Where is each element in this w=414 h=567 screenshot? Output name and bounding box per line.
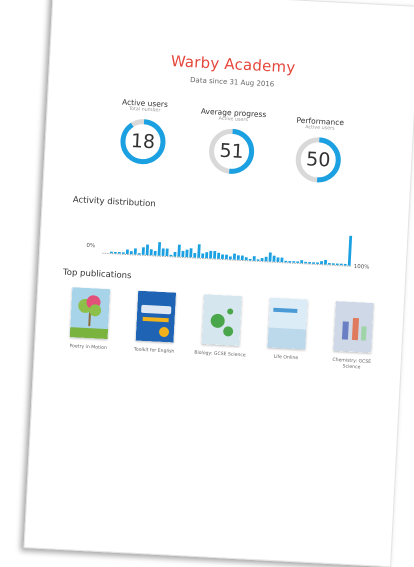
- activity-bar: [134, 248, 137, 254]
- activity-bar: [348, 236, 352, 266]
- activity-bar: [261, 258, 264, 261]
- activity-bar: [328, 263, 331, 265]
- activity-bar: [138, 253, 141, 255]
- activity-bar: [336, 263, 339, 265]
- activity-bar: [284, 261, 287, 263]
- activity-bar: [276, 257, 279, 262]
- cover-poetry-in-motion[interactable]: [70, 287, 111, 339]
- activity-bar: [340, 264, 343, 266]
- activity-bar: [173, 252, 176, 257]
- activity-bar: [237, 255, 240, 260]
- activity-bar: [316, 262, 319, 264]
- activity-chart: [102, 223, 354, 272]
- activity-bar: [269, 252, 272, 261]
- publication-item[interactable]: Poetry in Motion: [59, 287, 120, 353]
- publication-item[interactable]: Life Online: [257, 297, 318, 363]
- activity-bar: [332, 263, 335, 265]
- activity-bar: [296, 261, 299, 263]
- activity-bar: [177, 245, 180, 257]
- activity-bar: [209, 251, 212, 259]
- activity-bar: [273, 256, 276, 262]
- activity-bar: [217, 253, 220, 259]
- activity-bar: [126, 249, 129, 254]
- activity-bar: [154, 251, 157, 256]
- activity-bar: [193, 253, 196, 258]
- report-sheet: Warby Academy Data since 31 Aug 2016 Act…: [24, 0, 414, 567]
- activity-bar: [292, 261, 295, 263]
- activity-bar: [300, 260, 303, 263]
- activity-bar: [320, 261, 323, 264]
- publications-list: Poetry in Motion Toolkit for English: [58, 287, 392, 394]
- gauge-average-progress: 51: [206, 126, 256, 176]
- activity-bar: [265, 257, 268, 262]
- activity-bar: [146, 244, 149, 255]
- flask-icon: [333, 301, 374, 353]
- activity-bar: [308, 262, 311, 264]
- activity-bar: [280, 258, 283, 263]
- activity-min-label: 0%: [86, 243, 95, 249]
- publications-title: Top publications: [63, 268, 132, 282]
- activity-bar: [158, 242, 161, 256]
- publication-caption: Biology: GCSE Science: [191, 350, 249, 359]
- activity-bar: [150, 249, 153, 255]
- stat-value: 18: [118, 116, 168, 166]
- activity-title: Activity distribution: [73, 195, 156, 209]
- publication-item[interactable]: Biology: GCSE Science: [191, 294, 252, 360]
- activity-bar: [114, 252, 117, 254]
- activity-bar: [225, 255, 228, 260]
- activity-max-label: 100%: [354, 264, 370, 271]
- activity-bar: [213, 251, 216, 259]
- publication-caption: Life Online: [257, 354, 315, 363]
- cover-life-online[interactable]: [267, 298, 308, 350]
- publication-item[interactable]: Chemistry: GCSE Science: [322, 300, 384, 372]
- activity-bar: [166, 249, 169, 257]
- gauge-performance: 50: [293, 135, 343, 185]
- activity-bar: [205, 252, 208, 258]
- activity-bar: [197, 244, 200, 258]
- activity-bar: [221, 254, 224, 259]
- activity-bar: [181, 251, 184, 257]
- activity-bar: [229, 256, 232, 259]
- virus-icon: [201, 294, 242, 346]
- activity-bar: [185, 250, 188, 258]
- activity-bar: [110, 252, 113, 254]
- publication-caption: Chemistry: GCSE Science: [322, 357, 381, 372]
- activity-bar: [312, 262, 315, 264]
- cover-chemistry[interactable]: [333, 301, 374, 353]
- tree-icon: [70, 287, 111, 339]
- activity-bar: [130, 251, 133, 254]
- activity-bar: [245, 257, 248, 260]
- activity-bar: [304, 262, 307, 264]
- stat-value: 50: [293, 135, 343, 185]
- stat-value: 51: [206, 126, 256, 176]
- publication-item[interactable]: Toolkit for English: [125, 290, 186, 356]
- activity-bar: [169, 255, 172, 257]
- activity-bar: [288, 261, 291, 263]
- activity-bar: [257, 259, 260, 261]
- cover-toolkit-for-english[interactable]: [136, 291, 177, 343]
- publication-caption: Poetry in Motion: [59, 344, 117, 353]
- gauge-active-users: 18: [118, 116, 168, 166]
- activity-bar: [233, 254, 236, 260]
- activity-bar: [249, 259, 252, 261]
- stat-active-users: Active users Total number 18: [99, 97, 188, 167]
- publication-caption: Toolkit for English: [125, 347, 183, 356]
- activity-bar: [324, 260, 327, 265]
- activity-bar: [189, 248, 192, 257]
- activity-bar: [241, 255, 244, 260]
- book-cover-icon: [267, 298, 308, 350]
- activity-bar: [162, 248, 165, 256]
- cover-biology[interactable]: [201, 294, 242, 346]
- stat-average-progress: Average progress Active users 51: [187, 107, 276, 177]
- activity-bar: [201, 253, 204, 258]
- activity-bar: [122, 252, 125, 254]
- activity-bar: [142, 247, 145, 255]
- book-cover-icon: [136, 291, 177, 343]
- activity-bar: [344, 264, 347, 266]
- activity-bar: [253, 256, 256, 261]
- activity-bar: [118, 252, 121, 254]
- stat-performance: Performance Active users 50: [274, 116, 363, 186]
